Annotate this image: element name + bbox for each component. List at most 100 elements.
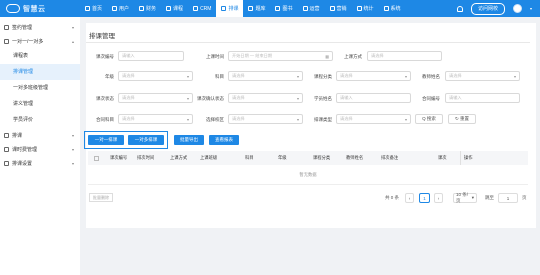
reset-button[interactable]: ↻ 重置: [448, 114, 476, 124]
nav-item[interactable]: 系统: [379, 0, 406, 17]
nav-item-label: 统计: [363, 6, 374, 12]
column-header: 教师姓名: [346, 155, 364, 160]
search-button[interactable]: Q 搜索: [415, 114, 443, 124]
sidebar-item-timetable[interactable]: 课程表: [0, 48, 80, 64]
select-placeholder: 请选择: [122, 95, 135, 100]
next-page-button[interactable]: ›: [434, 193, 443, 203]
course-icon: [166, 6, 172, 11]
filter-label-subject: 科目: [215, 74, 224, 79]
visit-school-button[interactable]: 访问网校: [470, 2, 505, 15]
sidebar-group-one-on-one[interactable]: 一对一/一对多 ▴: [0, 34, 80, 48]
nav-item[interactable]: 图书: [270, 0, 297, 17]
schedule-type-select[interactable]: 请选择 ▾: [336, 114, 411, 124]
column-header: 科目: [245, 155, 254, 160]
jump-suffix: 页: [522, 195, 527, 200]
class-icon: [4, 38, 9, 44]
column-header: 排次备注: [381, 155, 399, 160]
select-placeholder: 请选择: [232, 95, 245, 100]
brand-logo[interactable]: 智慧云: [0, 0, 70, 17]
nav-item-label: 营销: [336, 6, 347, 12]
sidebar-group-contracts[interactable]: 签约管理 ▾: [0, 20, 80, 34]
sidebar-item-student-review[interactable]: 学员评价: [0, 112, 80, 128]
date-range-placeholder: 开始日期 — 结束日期: [232, 53, 273, 58]
nav-item-label: 系统: [390, 6, 401, 12]
column-header: 课程分类: [313, 155, 331, 160]
chevron-down-icon: ▾: [404, 116, 407, 122]
nav-item[interactable]: CRM: [188, 0, 216, 17]
select-all-checkbox[interactable]: [94, 155, 99, 161]
operation-icon: [302, 6, 308, 11]
column-header: 排次时间: [137, 155, 155, 160]
sidebar-group-label: 排课设置: [12, 160, 33, 167]
filter-label-schedule-type: 排课类型: [314, 117, 332, 122]
sidebar-group-hour-fee[interactable]: 课时费管理 ▾: [0, 142, 80, 156]
total-count: 共 0 条: [385, 195, 400, 200]
view-summary-button[interactable]: 查看报表: [209, 135, 239, 145]
prev-page-button[interactable]: ‹: [405, 193, 414, 203]
class-mode-select[interactable]: 请选择: [367, 51, 442, 61]
sidebar-group-schedule[interactable]: 排课 ▾: [0, 128, 80, 142]
nav-item[interactable]: 首页: [80, 0, 107, 17]
class-time-range-input[interactable]: 开始日期 — 结束日期 ▦: [228, 51, 333, 61]
chevron-down-icon[interactable]: ▾: [530, 6, 532, 11]
cloud-logo-icon: [6, 4, 20, 13]
nav-item[interactable]: 运营: [298, 0, 325, 17]
nav-item[interactable]: 营销: [325, 0, 352, 17]
filter-label-contract-no: 合同编号: [422, 96, 440, 101]
sidebar-item-class-management[interactable]: 一对多班级管理: [0, 80, 80, 96]
nav-item-label: CRM: [200, 5, 212, 12]
jump-label: 跳至: [485, 195, 494, 200]
nav-item[interactable]: 课程: [161, 0, 188, 17]
brand-name: 智慧云: [23, 5, 46, 13]
home-icon: [85, 6, 90, 11]
filter-label-grade: 年级: [105, 74, 114, 79]
schedule-icon: [4, 132, 9, 138]
nav-item-label: 排课: [228, 6, 239, 12]
page-size-select[interactable]: 10 条/页 ▾: [453, 192, 477, 203]
column-header: 操作: [464, 155, 473, 160]
column-header: 年级: [278, 155, 287, 160]
filter-label-course-category: 课程分类: [314, 74, 332, 79]
batch-export-button[interactable]: 批量导出: [174, 135, 204, 145]
teacher-name-select[interactable]: 请选择 ▾: [445, 71, 520, 81]
nav-item-label: 用户: [119, 6, 130, 12]
nav-item-label: 图书: [282, 6, 293, 12]
sidebar-item-handouts[interactable]: 讲义管理: [0, 96, 80, 112]
settings-icon: [4, 160, 9, 166]
notification-bell-icon[interactable]: [456, 5, 463, 12]
user-avatar[interactable]: [512, 4, 522, 13]
column-header: 课次编号: [110, 155, 128, 160]
lesson-no-input[interactable]: 请输入: [118, 51, 184, 61]
marketing-icon: [329, 6, 335, 11]
bulk-delete-button[interactable]: 批量删除: [89, 193, 113, 202]
sidebar-group-schedule-settings[interactable]: 排课设置 ▾: [0, 156, 80, 170]
one-on-one-schedule-button[interactable]: 一对一排课: [88, 135, 124, 145]
one-to-many-schedule-button[interactable]: 一对多排课: [128, 135, 164, 145]
nav-item[interactable]: 财务: [134, 0, 161, 17]
sidebar-item-schedule-management[interactable]: 排课管理: [0, 64, 80, 80]
filter-label-confirm-status: 课次确认状态: [197, 96, 224, 101]
title-divider: [86, 42, 530, 43]
filter-label-class-mode: 上课方式: [344, 54, 362, 59]
chevron-down-icon: ▾: [71, 160, 74, 166]
chevron-down-icon: ▾: [71, 146, 74, 152]
filter-label-lesson-no: 课次编号: [96, 54, 114, 59]
nav-item[interactable]: 用户: [107, 0, 134, 17]
contract-icon: [4, 24, 9, 30]
crm-icon: [193, 6, 199, 11]
nav-item[interactable]: 排课: [216, 0, 244, 17]
table-header: 课次编号 排次时间 上课方式 上课班级 科目 年级 课程分类 教师姓名 排次备注…: [88, 151, 528, 165]
nav-item-label: 课程: [173, 6, 184, 12]
nav-item-label: 首页: [92, 6, 103, 12]
select-placeholder: 请选择: [232, 116, 245, 121]
filter-label-contract-subject: 合同科目: [96, 117, 114, 122]
select-placeholder: 请选择: [232, 73, 245, 78]
page-title: 排课管理: [89, 33, 115, 40]
page-number-current[interactable]: 1: [419, 193, 430, 203]
contract-no-input[interactable]: 请输入: [445, 93, 520, 103]
stats-icon: [356, 6, 362, 11]
sidebar-group-label: 排课: [12, 132, 23, 139]
jump-page-input[interactable]: 1: [498, 193, 518, 203]
nav-item[interactable]: 统计: [352, 0, 379, 17]
nav-item[interactable]: 题库: [243, 0, 270, 17]
